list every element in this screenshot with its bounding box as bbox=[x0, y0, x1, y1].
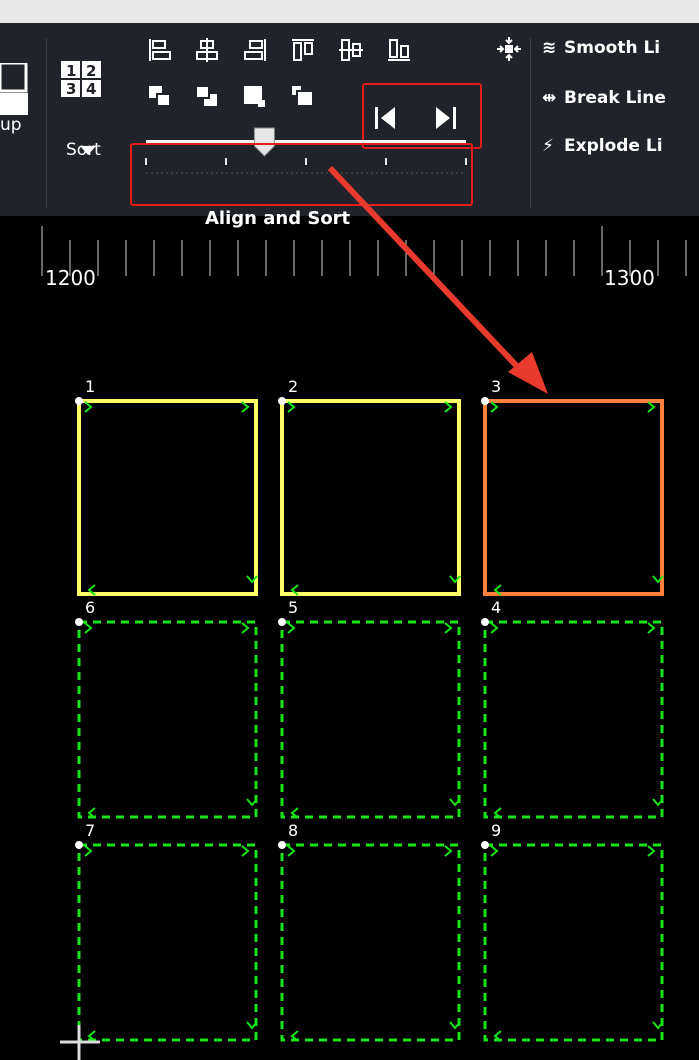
start-point bbox=[75, 841, 83, 849]
direction-arrow bbox=[449, 1021, 461, 1030]
direction-arrow bbox=[490, 401, 499, 413]
direction-arrow bbox=[647, 401, 656, 413]
direction-arrow bbox=[647, 622, 656, 634]
direction-arrow bbox=[287, 401, 296, 413]
shape-square-3[interactable] bbox=[483, 399, 664, 596]
shape-square-7[interactable] bbox=[77, 843, 258, 1042]
shape-square-4[interactable] bbox=[483, 620, 664, 819]
shape-order-label: 3 bbox=[491, 377, 502, 396]
drawing-canvas[interactable] bbox=[0, 0, 699, 1060]
start-point bbox=[75, 618, 83, 626]
start-point bbox=[481, 618, 489, 626]
shape-order-label: 8 bbox=[288, 821, 299, 840]
crosshair-cursor bbox=[60, 1025, 100, 1060]
direction-arrow bbox=[241, 845, 250, 857]
direction-arrow bbox=[84, 845, 93, 857]
direction-arrow bbox=[490, 845, 499, 857]
shape-order-label: 9 bbox=[491, 821, 502, 840]
direction-arrow bbox=[287, 845, 296, 857]
shape-order-label: 6 bbox=[85, 598, 96, 617]
direction-arrow bbox=[246, 1021, 258, 1030]
direction-arrow bbox=[246, 798, 258, 807]
shape-square-5[interactable] bbox=[280, 620, 461, 819]
direction-arrow bbox=[449, 798, 461, 807]
start-point bbox=[75, 397, 83, 405]
shape-square-8[interactable] bbox=[280, 843, 461, 1042]
shape-order-label: 5 bbox=[288, 598, 299, 617]
direction-arrow bbox=[444, 401, 453, 413]
direction-arrow bbox=[241, 401, 250, 413]
start-point bbox=[278, 618, 286, 626]
direction-arrow bbox=[84, 401, 93, 413]
start-point bbox=[278, 841, 286, 849]
direction-arrow bbox=[84, 622, 93, 634]
direction-arrow bbox=[241, 622, 250, 634]
shape-square-9[interactable] bbox=[483, 843, 664, 1042]
start-point bbox=[481, 841, 489, 849]
start-point bbox=[481, 397, 489, 405]
direction-arrow bbox=[490, 622, 499, 634]
shape-order-label: 2 bbox=[288, 377, 299, 396]
shape-square-1[interactable] bbox=[77, 399, 258, 596]
direction-arrow bbox=[652, 1021, 664, 1030]
direction-arrow bbox=[652, 798, 664, 807]
direction-arrow bbox=[444, 845, 453, 857]
shape-order-label: 7 bbox=[85, 821, 96, 840]
shape-order-label: 4 bbox=[491, 598, 502, 617]
shape-square-2[interactable] bbox=[280, 399, 461, 596]
direction-arrow bbox=[647, 845, 656, 857]
shape-square-6[interactable] bbox=[77, 620, 258, 819]
shape-order-label: 1 bbox=[85, 377, 96, 396]
start-point bbox=[278, 397, 286, 405]
direction-arrow bbox=[444, 622, 453, 634]
direction-arrow bbox=[287, 622, 296, 634]
